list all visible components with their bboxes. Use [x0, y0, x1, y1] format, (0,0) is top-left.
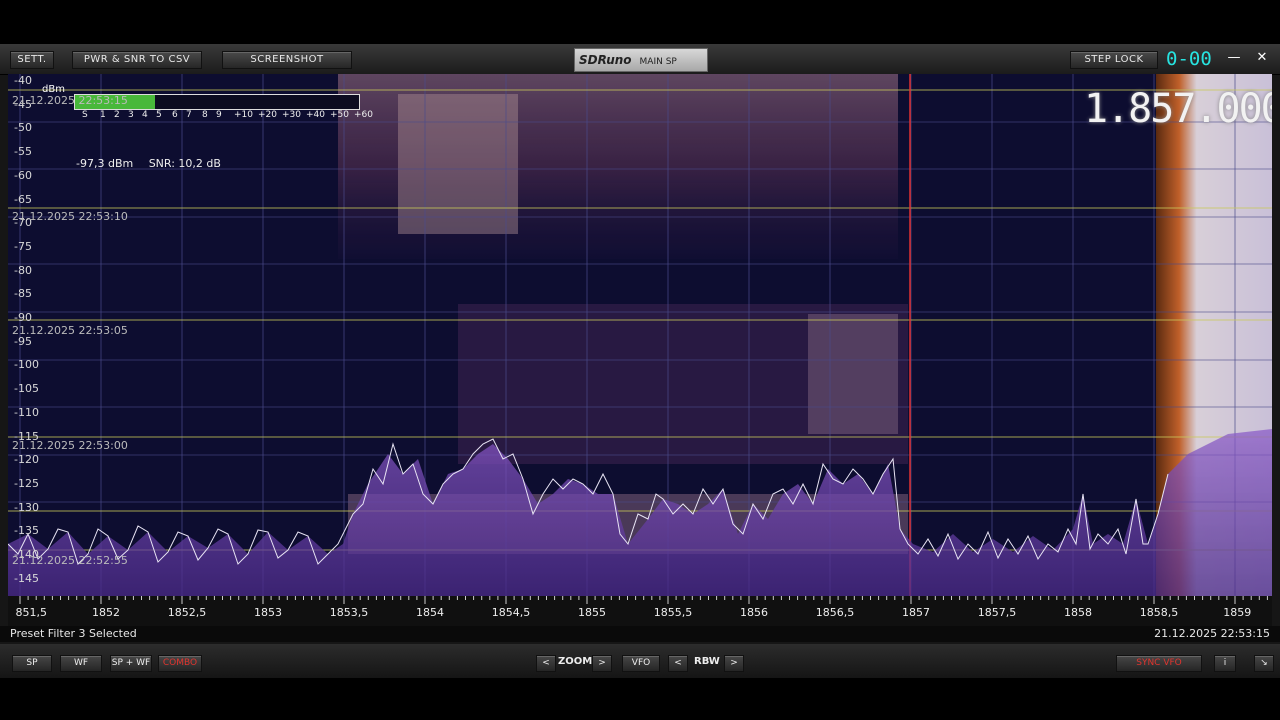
step-lock-button[interactable]: STEP LOCK	[1070, 51, 1158, 69]
waterfall-timestamp: 21.12.2025 22:52:55	[12, 554, 128, 567]
y-axis-label: -50	[14, 121, 32, 135]
power-readout: -97,3 dBm	[76, 157, 134, 170]
panel-name: MAIN SP	[639, 57, 677, 67]
spectrum-waterfall-plot[interactable]: dBm S 1 2 3 4 5 6 7 8 9 +10 +20 +30 +40 +50 +60 -97,3 d…	[8, 74, 1272, 596]
frequency-axis-label: 1858,5	[1139, 606, 1179, 619]
minimize-icon[interactable]: —	[1226, 50, 1242, 66]
bottom-toolbar: SP WF SP + WF COMBO < ZOOM > VFO < RBW >…	[0, 644, 1280, 678]
zoom-label: ZOOM	[558, 656, 593, 667]
power-snr-to-csv-button[interactable]: PWR & SNR TO CSV	[72, 51, 202, 69]
s-meter-scale-label: +20	[258, 110, 277, 120]
wf-mode-button[interactable]: WF	[60, 655, 102, 672]
y-axis-label: -145	[14, 571, 39, 585]
zoom-in-button[interactable]: >	[592, 655, 612, 672]
y-axis-label: -75	[14, 239, 32, 253]
status-message: Preset Filter 3 Selected	[10, 627, 137, 640]
frequency-axis-label: 1853,5	[329, 606, 369, 619]
y-axis-label: -90	[14, 311, 32, 324]
frequency-display[interactable]: 1.857.000	[1084, 86, 1272, 132]
y-axis-label: -60	[14, 168, 32, 182]
title-bar: SETT. PWR & SNR TO CSV SCREENSHOT SDRuno…	[0, 44, 1280, 75]
frequency-axis-ticks	[19, 596, 1268, 604]
info-button[interactable]: i	[1214, 655, 1236, 672]
frequency-axis-label: 1852	[92, 606, 120, 619]
s-meter-scale-label: 5	[156, 110, 162, 120]
app-brand: SDRuno	[579, 53, 632, 67]
s-meter-scale-label: 1	[100, 110, 106, 120]
s-meter-scale-label: 6	[172, 110, 178, 120]
y-axis-label: -135	[14, 524, 39, 538]
frequency-axis-label: 1855,5	[653, 606, 693, 619]
status-clock: 21.12.2025 22:53:15	[1154, 627, 1270, 640]
vfo-button[interactable]: VFO	[622, 655, 660, 672]
s-meter-scale-label: +10	[234, 110, 253, 120]
window-title: SDRuno MAIN SP	[574, 48, 708, 72]
s-meter-scale-label: 2	[114, 110, 120, 120]
s-meter-scale-label: 7	[186, 110, 192, 120]
combo-mode-button[interactable]: COMBO	[158, 655, 202, 672]
zoom-out-button[interactable]: <	[536, 655, 556, 672]
frequency-axis-label: 1852,5	[167, 606, 207, 619]
s-meter-scale-label: 4	[142, 110, 148, 120]
rbw-increase-button[interactable]: >	[724, 655, 744, 672]
s-meter-scale-label: +60	[354, 110, 373, 120]
s-meter-scale-label: +50	[330, 110, 349, 120]
y-axis-label: -80	[14, 263, 32, 277]
frequency-axis: 851,5 1852 1852,5 1853 1853,5 1854 1854,5 1855 1…	[8, 596, 1272, 626]
sp-wf-mode-button[interactable]: SP + WF	[110, 655, 152, 672]
s-meter-scale-label: 3	[128, 110, 134, 120]
y-axis-label: -110	[14, 405, 39, 419]
s-meter-scale-label: 9	[216, 110, 222, 120]
frequency-axis-label: 1856,5	[815, 606, 855, 619]
frequency-axis-label: 1853	[254, 606, 282, 619]
y-axis-label: -125	[14, 476, 39, 490]
screenshot-button[interactable]: SCREENSHOT	[222, 51, 352, 69]
y-axis-label: -130	[14, 500, 39, 514]
s-meter-scale-label: +30	[282, 110, 301, 120]
y-axis-label: -105	[14, 382, 39, 396]
step-counter: 0-00	[1166, 48, 1212, 70]
y-axis-label: -40	[14, 74, 32, 87]
frequency-axis-label: 1857	[902, 606, 930, 619]
y-axis-label: -85	[14, 287, 32, 301]
s-meter-scale: S 1 2 3 4 5 6 7 8 9 +10 +20 +30 +40 +50 +60	[68, 110, 373, 122]
frequency-axis-label: 1858	[1064, 606, 1092, 619]
y-axis-label: -65	[14, 192, 32, 206]
close-icon[interactable]: ✕	[1254, 50, 1270, 66]
snr-readout: SNR: 10,2 dB	[148, 157, 221, 170]
frequency-axis-label: 1855	[578, 606, 606, 619]
sdruno-main-sp-window: SETT. PWR & SNR TO CSV SCREENSHOT SDRuno…	[0, 44, 1280, 678]
rbw-decrease-button[interactable]: <	[668, 655, 688, 672]
frequency-axis-label: 851,5	[15, 606, 48, 619]
y-axis-label: -55	[14, 145, 32, 159]
status-bar: Preset Filter 3 Selected 21.12.2025 22:5…	[0, 626, 1280, 642]
s-meter-scale-label: S	[82, 110, 88, 120]
frequency-axis-label: 1859	[1223, 606, 1252, 619]
signal-readout: -97,3 dBm SNR: 10,2 dB	[76, 157, 233, 170]
waterfall-timestamp: 21.12.2025 22:53:15	[12, 94, 128, 107]
waterfall-timestamp: 21.12.2025 22:53:00	[12, 439, 128, 452]
waterfall-timestamp: 21.12.2025 22:53:10	[12, 210, 128, 223]
letterbox-top	[0, 0, 1280, 44]
s-meter-scale-label: 8	[202, 110, 208, 120]
rbw-label: RBW	[694, 656, 720, 667]
letterbox-bottom	[0, 678, 1280, 720]
frequency-axis-label: 1856	[740, 606, 768, 619]
sync-vfo-button[interactable]: SYNC VFO	[1116, 655, 1202, 672]
frequency-axis-label: 1854	[416, 606, 444, 619]
plot-canvas	[8, 74, 1272, 596]
frequency-axis-label: 1854,5	[491, 606, 531, 619]
waterfall-timestamp: 21.12.2025 22:53:05	[12, 324, 128, 337]
y-axis-label: -100	[14, 358, 39, 372]
settings-button[interactable]: SETT.	[10, 51, 54, 69]
frequency-axis-label: 1857,5	[977, 606, 1017, 619]
y-axis-label: -120	[14, 453, 39, 467]
sp-mode-button[interactable]: SP	[12, 655, 52, 672]
s-meter-scale-label: +40	[306, 110, 325, 120]
resize-grip-icon[interactable]: ↘	[1254, 655, 1274, 672]
